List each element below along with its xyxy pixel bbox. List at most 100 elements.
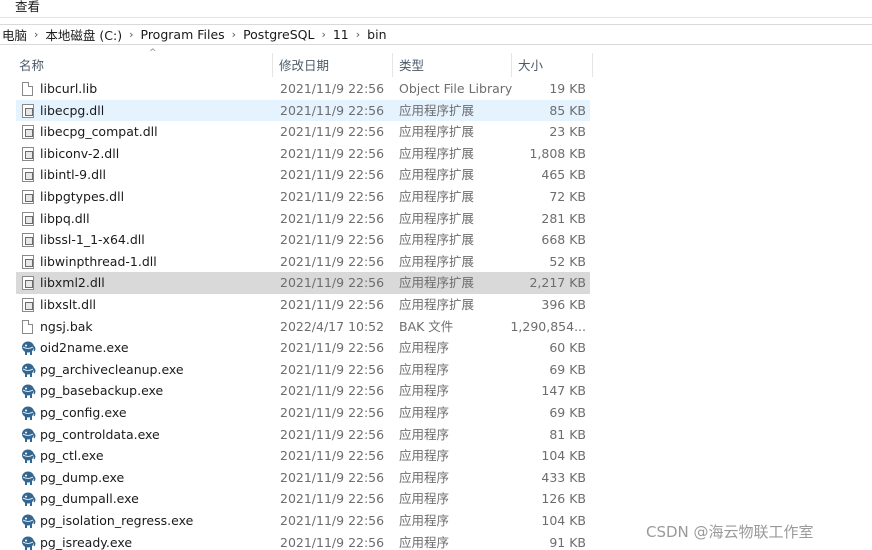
file-name: pg_controldata.exe: [40, 426, 160, 442]
file-row[interactable]: libintl-9.dll 2021/11/9 22:56 应用程序扩展 465 KB: [16, 164, 590, 186]
file-row[interactable]: libxml2.dll 2021/11/9 22:56 应用程序扩展 2,217 KB: [16, 272, 590, 294]
file-size: 1,808 KB: [529, 145, 586, 161]
file-name: libssl-1_1-x64.dll: [40, 232, 145, 248]
dll-icon: [22, 251, 36, 273]
breadcrumb-item-bin[interactable]: bin: [365, 27, 388, 42]
file-row[interactable]: libcurl.lib 2021/11/9 22:56 Object File Li…: [16, 78, 590, 100]
file-row[interactable]: oid2name.exe 2021/11/9 22:56 应用程序 60 KB: [16, 337, 590, 359]
breadcrumb[interactable]: 电脑 › 本地磁盘 (C:) › Program Files › Postgre…: [0, 24, 872, 45]
watermark: CSDN @海云物联工作室: [646, 523, 814, 541]
file-type: 应用程序: [399, 361, 450, 377]
file-row[interactable]: libwinpthread-1.dll 2021/11/9 22:56 应用程序扩展…: [16, 251, 590, 273]
file-size: 104 KB: [541, 513, 586, 528]
file-row[interactable]: pg_isready.exe 2021/11/9 22:56 应用程序 91 KB: [16, 532, 590, 550]
file-row[interactable]: pg_dump.exe 2021/11/9 22:56 应用程序 433 KB: [16, 467, 590, 489]
column-header-name-label: 名称: [19, 58, 45, 73]
file-row[interactable]: libxslt.dll 2021/11/9 22:56 应用程序扩展 396 KB: [16, 294, 590, 316]
file-row[interactable]: pg_archivecleanup.exe 2021/11/9 22:56 应用程序…: [16, 359, 590, 381]
file-name: libcurl.lib: [40, 81, 98, 96]
file-row[interactable]: libecpg_compat.dll 2021/11/9 22:56 应用程序扩展 2…: [16, 121, 590, 143]
column-header-name[interactable]: ^ 名称: [13, 48, 273, 77]
file-row[interactable]: libiconv-2.dll 2021/11/9 22:56 应用程序扩展 1,808…: [16, 143, 590, 165]
file-type: 应用程序扩展: [399, 297, 475, 312]
file-name: libpq.dll: [40, 210, 90, 226]
file-date: 2021/11/9 22:56: [280, 426, 385, 442]
dll-icon: [22, 100, 36, 122]
column-header-size-label: 大小: [518, 58, 544, 73]
dll-icon: [22, 294, 36, 316]
file-row[interactable]: pg_ctl.exe 2021/11/9 22:56 应用程序 104 KB: [16, 445, 590, 467]
column-header-date-label: 修改日期: [279, 58, 330, 73]
file-name: pg_isready.exe: [40, 534, 133, 550]
file-date: 2021/11/9 22:56: [280, 167, 385, 183]
file-icon: [22, 316, 36, 338]
sort-ascending-icon: ^: [149, 48, 157, 58]
column-header-type[interactable]: 类型: [393, 53, 512, 77]
breadcrumb-item-postgresql[interactable]: PostgreSQL: [241, 27, 316, 42]
file-name: pg_archivecleanup.exe: [40, 361, 184, 377]
file-name: pg_ctl.exe: [40, 448, 104, 464]
file-size: 69 KB: [549, 361, 586, 377]
file-size: 126 KB: [541, 491, 586, 507]
file-date: 2021/11/9 22:56: [280, 232, 385, 248]
file-size: 1,290,854...: [510, 318, 586, 334]
file-type: 应用程序: [399, 469, 450, 485]
file-date: 2021/11/9 22:56: [280, 513, 385, 528]
file-name: libecpg_compat.dll: [40, 124, 158, 140]
file-type: BAK 文件: [399, 318, 454, 334]
postgres-elephant-icon: [22, 424, 36, 446]
file-type: 应用程序: [399, 534, 450, 550]
chevron-right-icon[interactable]: ›: [351, 28, 365, 41]
postgres-elephant-icon: [22, 532, 36, 550]
column-header-size[interactable]: 大小: [512, 53, 593, 77]
dll-icon: [22, 164, 36, 186]
file-type: 应用程序扩展: [399, 253, 475, 269]
file-name: libxslt.dll: [40, 297, 97, 312]
file-size: 60 KB: [549, 340, 586, 356]
file-row[interactable]: libpgtypes.dll 2021/11/9 22:56 应用程序扩展 72 KB: [16, 186, 590, 208]
file-size: 23 KB: [549, 124, 586, 140]
chevron-right-icon[interactable]: ›: [316, 28, 330, 41]
chevron-right-icon[interactable]: ›: [227, 28, 241, 41]
breadcrumb-item-drive[interactable]: 本地磁盘 (C:): [43, 25, 124, 44]
postgres-elephant-icon: [22, 337, 36, 359]
file-date: 2021/11/9 22:56: [280, 253, 385, 269]
file-name: libecpg.dll: [40, 102, 105, 118]
file-type: 应用程序扩展: [399, 102, 475, 118]
file-date: 2021/11/9 22:56: [280, 534, 385, 550]
file-size: 85 KB: [549, 102, 586, 118]
file-size: 668 KB: [541, 232, 586, 248]
view-menu[interactable]: 查看: [15, 0, 40, 18]
postgres-elephant-icon: [22, 510, 36, 532]
file-row[interactable]: pg_config.exe 2021/11/9 22:56 应用程序 69 KB: [16, 402, 590, 424]
file-row[interactable]: pg_controldata.exe 2021/11/9 22:56 应用程序 81 …: [16, 424, 590, 446]
file-name: libiconv-2.dll: [40, 145, 120, 161]
file-row[interactable]: libecpg.dll 2021/11/9 22:56 应用程序扩展 85 KB: [16, 99, 590, 122]
file-row[interactable]: pg_basebackup.exe 2021/11/9 22:56 应用程序 147 …: [16, 380, 590, 402]
column-header-date[interactable]: 修改日期: [273, 53, 393, 77]
file-row[interactable]: pg_isolation_regress.exe 2021/11/9 22:56 应…: [16, 510, 590, 532]
file-type: 应用程序扩展: [399, 124, 475, 140]
file-name: pg_dumpall.exe: [40, 491, 139, 507]
dll-icon: [22, 143, 36, 165]
file-type: 应用程序: [399, 448, 450, 464]
file-date: 2021/11/9 22:56: [280, 361, 385, 377]
file-date: 2021/11/9 22:56: [280, 491, 385, 507]
file-row[interactable]: libssl-1_1-x64.dll 2021/11/9 22:56 应用程序扩展 6…: [16, 229, 590, 251]
breadcrumb-item-computer[interactable]: 电脑: [0, 25, 29, 44]
chevron-right-icon[interactable]: ›: [29, 28, 43, 41]
file-size: 91 KB: [549, 534, 586, 550]
file-date: 2021/11/9 22:56: [280, 189, 385, 204]
file-row[interactable]: libpq.dll 2021/11/9 22:56 应用程序扩展 281 KB: [16, 208, 590, 230]
file-row[interactable]: pg_dumpall.exe 2021/11/9 22:56 应用程序 126 KB: [16, 488, 590, 510]
file-size: 72 KB: [549, 189, 586, 204]
file-size: 281 KB: [541, 210, 586, 226]
chevron-right-icon[interactable]: ›: [124, 28, 138, 41]
breadcrumb-item-version[interactable]: 11: [331, 27, 351, 42]
file-date: 2021/11/9 22:56: [280, 448, 385, 464]
file-row[interactable]: ngsj.bak 2022/4/17 10:52 BAK 文件 1,290,854..…: [16, 316, 590, 338]
file-date: 2021/11/9 22:56: [280, 210, 385, 226]
file-name: libintl-9.dll: [40, 167, 106, 183]
file-date: 2021/11/9 22:56: [280, 81, 385, 96]
breadcrumb-item-program-files[interactable]: Program Files: [139, 27, 227, 42]
